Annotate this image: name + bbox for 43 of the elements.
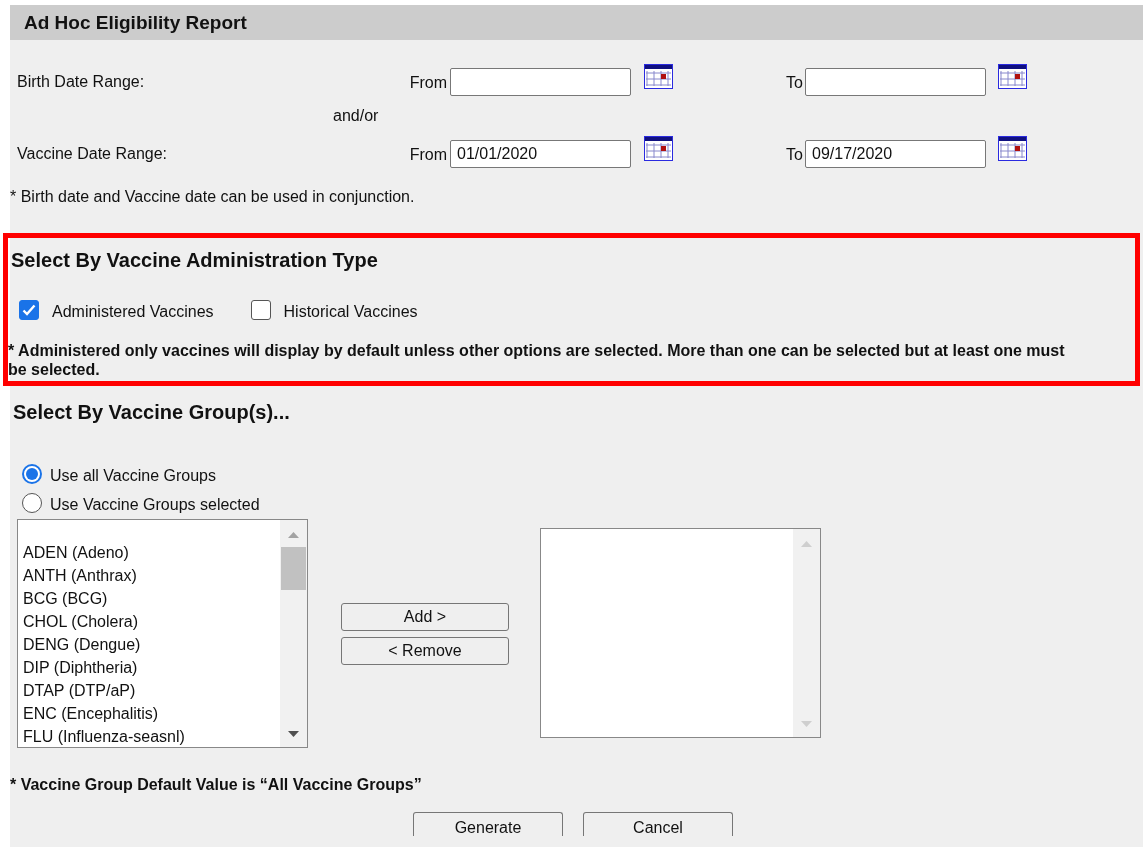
list-option[interactable]: CHOL (Cholera) <box>23 613 138 630</box>
checkbox-label: Historical Vaccines <box>283 302 418 322</box>
list-option[interactable]: ENC (Encephalitis) <box>23 705 159 722</box>
note-text: * Vaccine Group Default Value is “All Vaccine Groups” <box>10 775 423 794</box>
section-title: Select By Vaccine Administration Type <box>10 249 379 271</box>
separator-text: and/or <box>333 107 379 124</box>
list-option[interactable]: DTAP (DTP/aP) <box>23 682 136 699</box>
checkbox[interactable] <box>19 300 39 320</box>
calendar-icon[interactable] <box>644 64 673 89</box>
field-label: From <box>409 146 447 163</box>
list-option[interactable]: FLU (Influenza-seasnl) <box>23 728 185 745</box>
field-label: To <box>786 146 803 163</box>
field-label: Birth Date Range: <box>17 73 145 90</box>
move-button[interactable]: < Remove <box>341 637 509 665</box>
note-text: * Administered only vaccines will display by default unless other options are selected. More than one can be selected but at least one must be selected. <box>8 341 1066 379</box>
list-box[interactable]: ADEN (Adeno) ANTH (Anthrax) BCG (BCG) CHOL (Cholera) DENG (Dengue) DIP (Diphtheria) DTAP (DTP/aP) ENC (Encephalitis) FLU (Influenza-seasnl) <box>17 519 308 748</box>
radio-label: Use all Vaccine Groups <box>50 465 216 486</box>
list-option[interactable]: BCG (BCG) <box>23 590 108 607</box>
date-field[interactable] <box>805 68 986 96</box>
section-title: Select By Vaccine Group(s)... <box>12 401 291 423</box>
action-button[interactable]: Cancel <box>583 812 733 836</box>
date-field[interactable] <box>450 68 631 96</box>
list-option[interactable]: DENG (Dengue) <box>23 636 141 653</box>
calendar-icon[interactable] <box>998 64 1027 89</box>
checkbox-label: Administered Vaccines <box>52 302 214 322</box>
calendar-icon[interactable] <box>644 136 673 161</box>
move-button[interactable]: Add > <box>341 603 509 631</box>
radio-button[interactable] <box>22 492 42 513</box>
page-title: Ad Hoc Eligibility Report <box>10 5 1143 40</box>
field-label: To <box>786 74 803 91</box>
date-field[interactable]: 01/01/2020 <box>450 140 631 168</box>
list-option[interactable]: DIP (Diphtheria) <box>23 659 138 676</box>
radio-button[interactable] <box>22 463 42 484</box>
action-button[interactable]: Generate <box>413 812 563 836</box>
field-label: Vaccine Date Range: <box>17 145 167 162</box>
list-option[interactable]: ANTH (Anthrax) <box>23 567 137 584</box>
checkbox[interactable] <box>250 300 271 320</box>
note-text: * Birth date and Vaccine date can be used in conjunction. <box>10 188 416 206</box>
radio-label: Use Vaccine Groups selected <box>50 494 260 515</box>
calendar-icon[interactable] <box>998 136 1027 161</box>
field-label: From <box>409 74 447 91</box>
date-field[interactable]: 09/17/2020 <box>805 140 986 168</box>
list-option[interactable]: ADEN (Adeno) <box>23 544 129 561</box>
